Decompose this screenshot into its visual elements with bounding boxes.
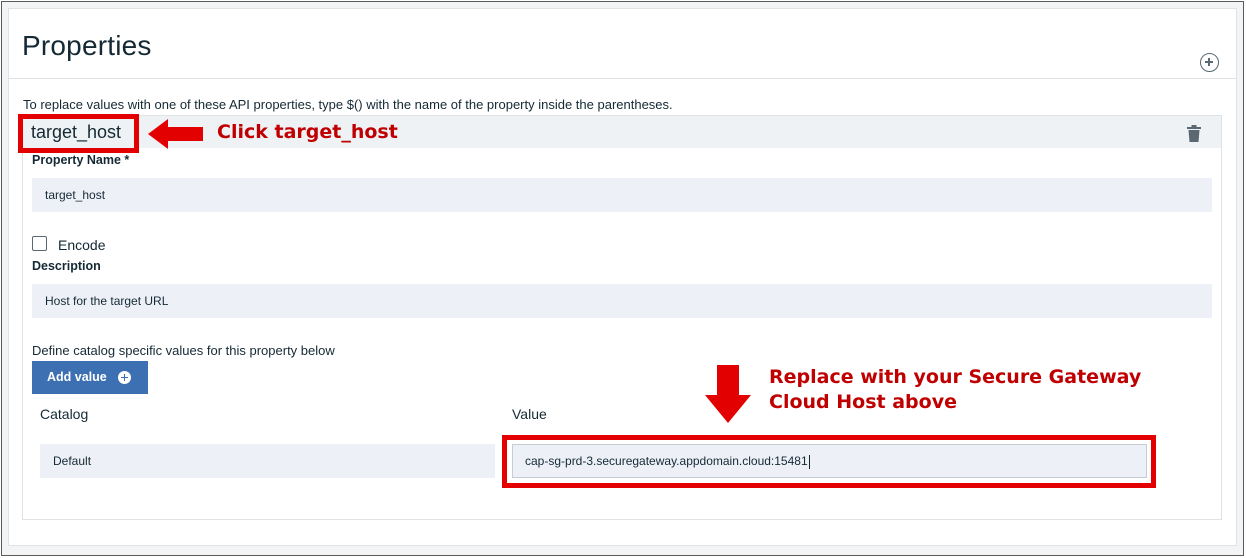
down-arrow-icon — [705, 365, 751, 423]
description-input[interactable]: Host for the target URL — [32, 284, 1212, 318]
add-property-plus-circle-icon[interactable] — [1200, 53, 1219, 72]
property-name-label: Property Name * — [32, 153, 130, 167]
replace-hint-line2: Cloud Host above — [769, 391, 957, 413]
encode-label: Encode — [58, 237, 106, 253]
trash-icon[interactable] — [1187, 125, 1201, 142]
replace-hint-line1: Replace with your Secure Gateway — [769, 366, 1142, 388]
value-column-header: Value — [512, 406, 547, 422]
catalog-cell: Default — [40, 444, 495, 478]
click-hint-text: Click target_host — [217, 121, 398, 143]
page-title: Properties — [22, 30, 152, 61]
highlight-box-target-host — [18, 114, 139, 153]
description-label: Description — [32, 259, 101, 273]
add-value-label: Add value — [47, 370, 107, 384]
encode-checkbox[interactable] — [32, 236, 47, 251]
catalog-column-header: Catalog — [40, 406, 89, 422]
left-arrow-icon — [148, 119, 203, 149]
plus-circle-filled-icon — [118, 371, 131, 384]
title-divider — [9, 78, 1236, 79]
highlight-box-value — [502, 435, 1156, 488]
add-value-button[interactable]: Add value — [32, 361, 148, 394]
intro-text: To replace values with one of these API … — [23, 97, 673, 112]
define-catalog-text: Define catalog specific values for this … — [32, 343, 335, 358]
property-name-input[interactable]: target_host — [32, 178, 1212, 212]
